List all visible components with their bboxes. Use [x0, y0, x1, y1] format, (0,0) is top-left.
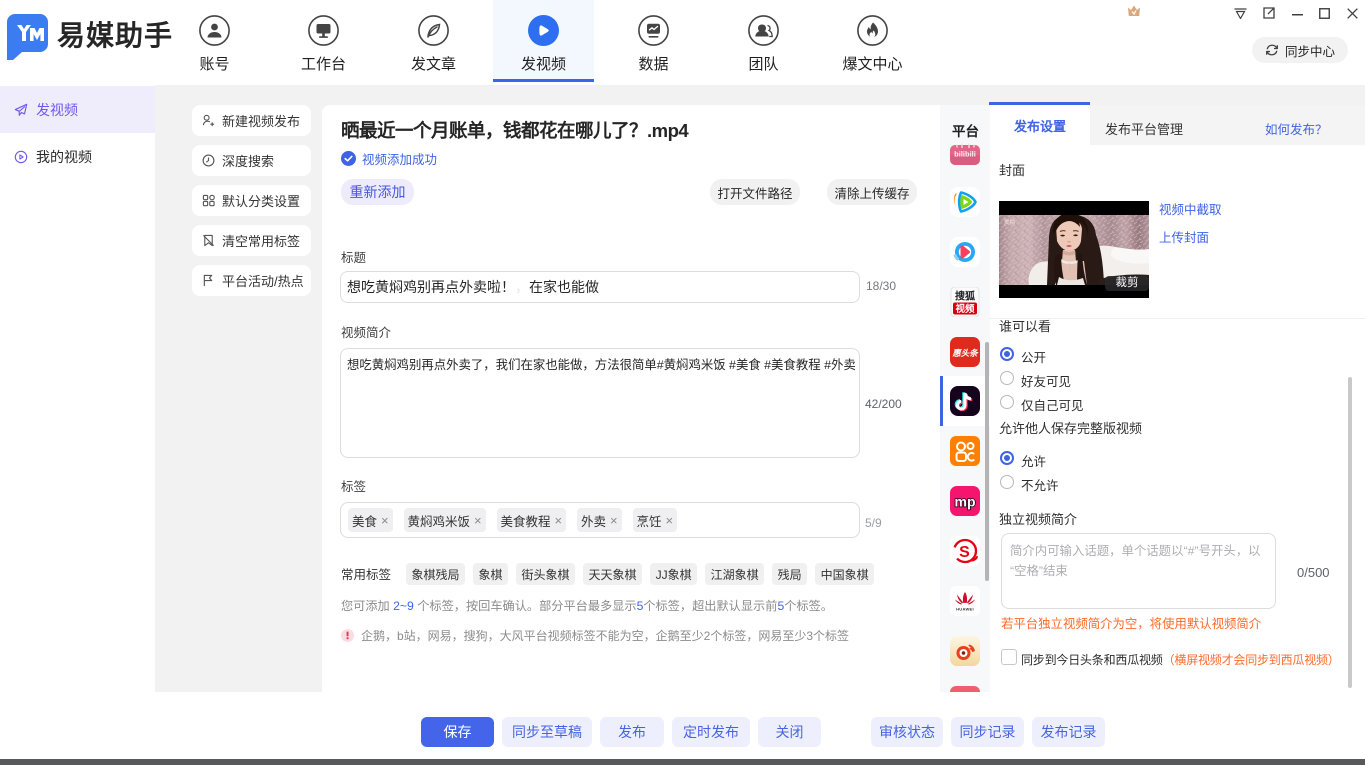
- svg-text:bilibili: bilibili: [954, 150, 976, 159]
- svg-text:视频: 视频: [955, 303, 975, 315]
- svg-text:搜狐: 搜狐: [955, 290, 975, 303]
- svg-text:惠头条: 惠头条: [952, 348, 979, 358]
- svg-text:HUAWEI: HUAWEI: [956, 607, 974, 612]
- svg-text:S: S: [959, 544, 970, 561]
- svg-text:mp: mp: [955, 494, 976, 510]
- svg-text:爱拍: 爱拍: [1004, 218, 1015, 226]
